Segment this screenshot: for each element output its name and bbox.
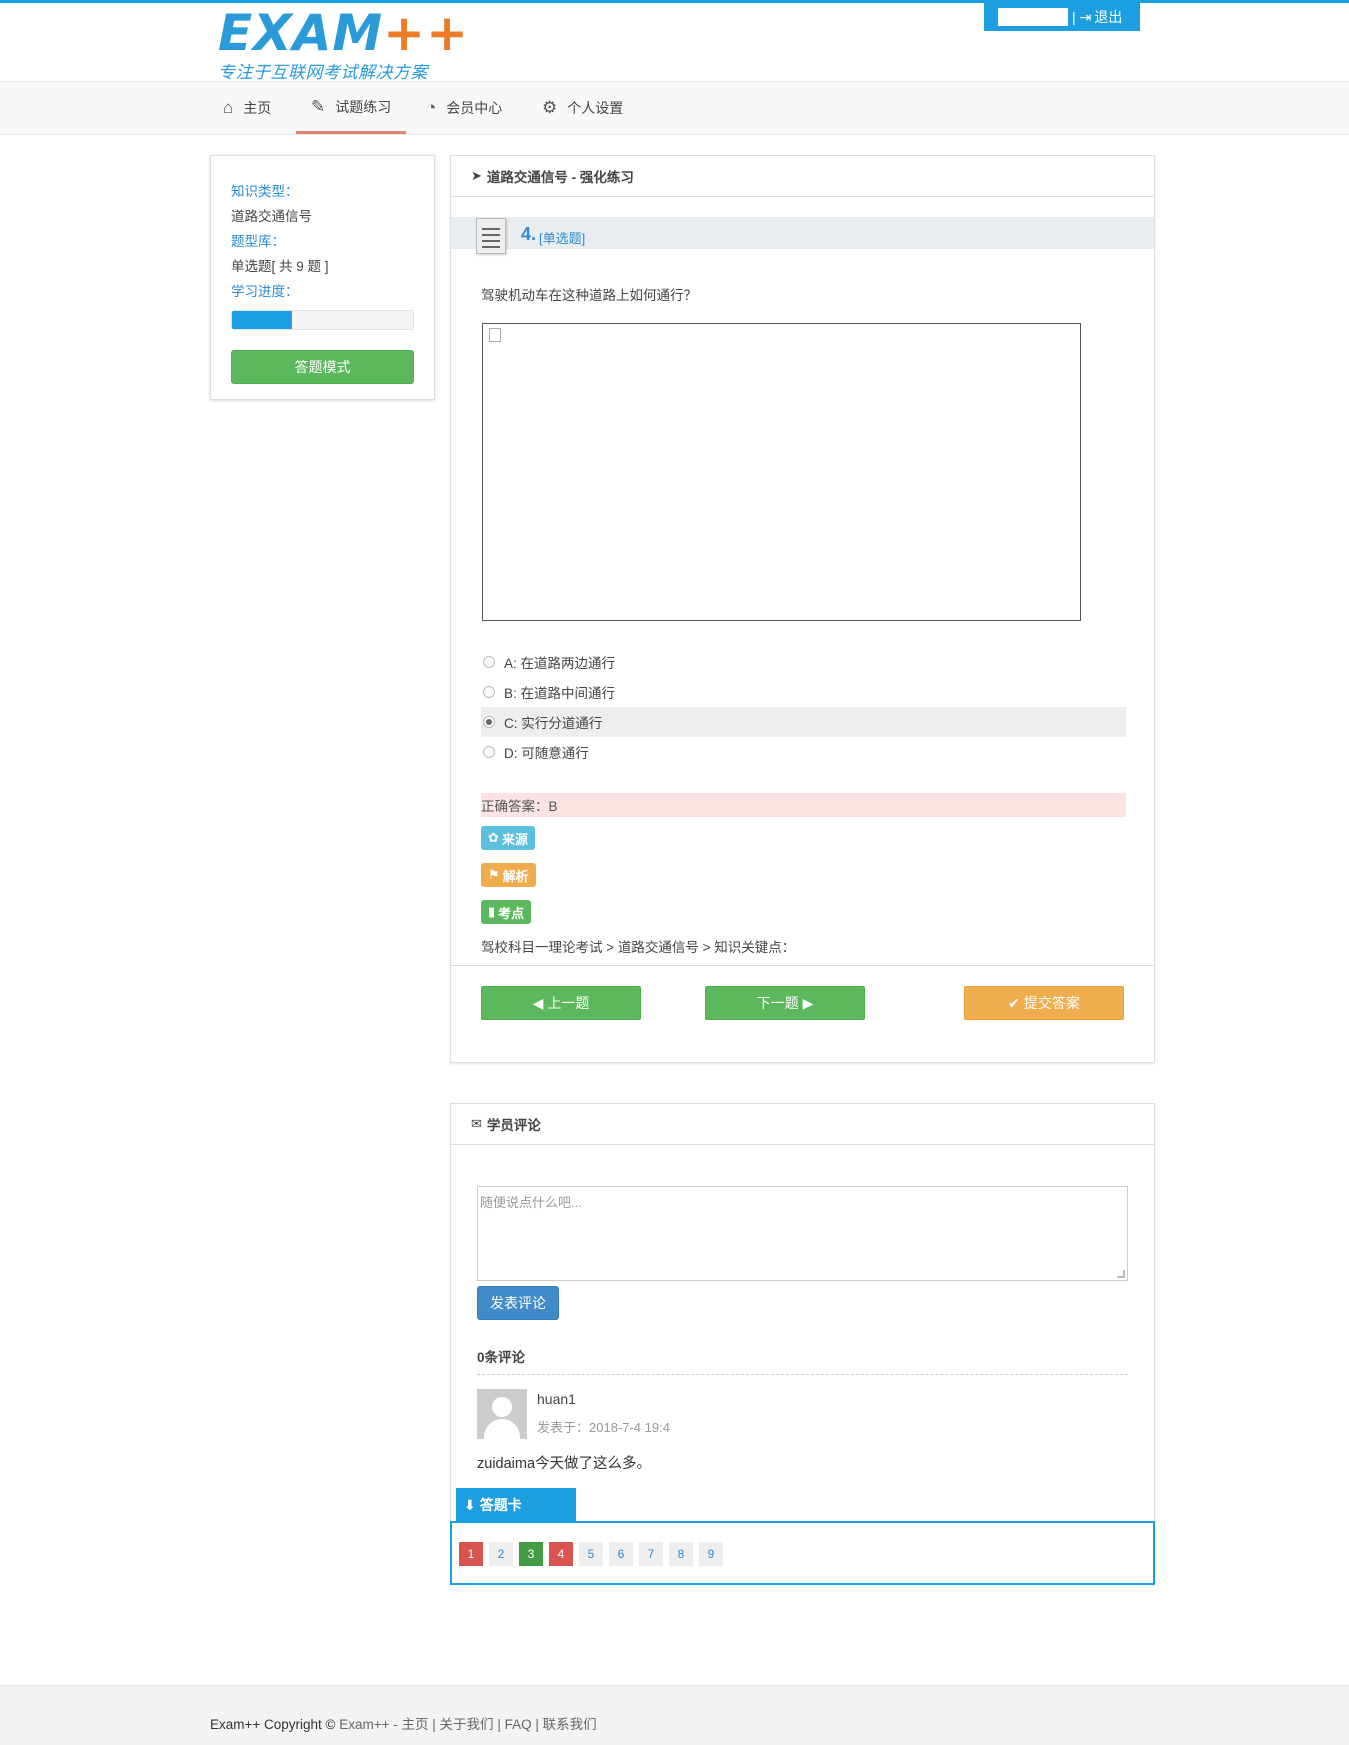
bank-value: 单选题[ 共 9 题 ]: [231, 259, 329, 274]
radio-d[interactable]: [483, 746, 495, 758]
source-tag[interactable]: ✿ 来源: [481, 826, 535, 850]
broken-image-icon: [489, 328, 501, 342]
knowledge-value: 道路交通信号: [231, 209, 312, 224]
comment-time: 发表于：2018-7-4 19:4: [537, 1420, 670, 1435]
comment-count: 0条评论: [477, 1346, 1128, 1375]
option-a[interactable]: A: 在道路两边通行: [481, 647, 1126, 677]
comment-input[interactable]: 随便说点什么吧...: [477, 1186, 1128, 1281]
comments-icon: ✉: [471, 1116, 482, 1131]
keypoint-tag[interactable]: ▮ 考点: [481, 900, 532, 924]
answer-card: 123456789: [450, 1521, 1155, 1585]
top-accent-line: [0, 0, 1349, 3]
bank-label: 题型库：: [231, 234, 285, 249]
answer-card-number[interactable]: 3: [519, 1542, 543, 1566]
next-question-button[interactable]: 下一题 ▶: [705, 986, 865, 1020]
footer-links[interactable]: Exam++ - 主页 | 关于我们 | FAQ | 联系我们: [339, 1717, 596, 1732]
username-box[interactable]: [998, 8, 1068, 26]
analysis-tag[interactable]: ⚑ 解析: [481, 863, 536, 887]
info-sidebar: 知识类型： 道路交通信号 题型库： 单选题[ 共 9 题 ] 学习进度： 答题模…: [210, 155, 435, 400]
main-nav: ⌂ 主页 ✎ 试题练习 ◔ 会员中心 ⚙ 个人设置: [0, 81, 1349, 135]
answer-card-number[interactable]: 5: [579, 1542, 603, 1566]
user-bar: | ⇥ 退出: [984, 3, 1140, 31]
paper-plane-icon: ➤: [471, 168, 482, 183]
knowledge-breadcrumb: 驾校科目一理论考试 > 道路交通信号 > 知识关键点：: [481, 940, 796, 955]
progress-fill: [232, 311, 292, 329]
nav-item-settings[interactable]: ⚙ 个人设置: [542, 82, 623, 134]
radio-a[interactable]: [483, 656, 495, 668]
question-panel: ➤ 道路交通信号 - 强化练习 4. [单选题] 驾驶机动车在这种道路上如何通行…: [450, 155, 1155, 1063]
correct-answer: 正确答案：B: [481, 793, 1126, 817]
footer-copyright: Exam++ Copyright ©: [210, 1717, 336, 1732]
answer-card-number[interactable]: 7: [639, 1542, 663, 1566]
option-c[interactable]: C: 实行分道通行: [481, 707, 1126, 737]
answer-card-number[interactable]: 2: [489, 1542, 513, 1566]
home-icon: ⌂: [223, 98, 234, 117]
question-panel-title: 道路交通信号 - 强化练习: [486, 170, 634, 185]
question-panel-footer: ◀ 上一题 下一题 ▶ ✔ 提交答案: [451, 965, 1154, 1020]
avatar: [477, 1389, 527, 1439]
comments-title: 学员评论: [486, 1118, 541, 1133]
submit-answer-button[interactable]: ✔ 提交答案: [964, 986, 1124, 1020]
progress-bar: [231, 310, 414, 330]
chevron-right-icon: ▶: [802, 994, 814, 1011]
logout-link[interactable]: 退出: [1094, 7, 1122, 27]
logout-icon: ⇥: [1079, 8, 1092, 25]
question-panel-header: ➤ 道路交通信号 - 强化练习: [451, 156, 1154, 197]
answer-card-number[interactable]: 4: [549, 1542, 573, 1566]
nav-item-member[interactable]: ◔ 会员中心: [426, 82, 502, 134]
radio-b[interactable]: [483, 686, 495, 698]
gears-icon: ⚙: [542, 98, 558, 117]
answer-card-number[interactable]: 8: [669, 1542, 693, 1566]
chevron-left-icon: ◀: [532, 994, 544, 1011]
bookmark-icon: ▮: [488, 904, 496, 919]
nav-item-home[interactable]: ⌂ 主页: [223, 82, 271, 134]
radio-c[interactable]: [483, 716, 495, 728]
question-number: 4.: [521, 224, 537, 244]
answer-card-tab[interactable]: ⬇ 答题卡: [456, 1488, 576, 1522]
logo[interactable]: EXAM++ 专注于互联网考试解决方案: [218, 8, 469, 83]
answer-card-number[interactable]: 1: [459, 1542, 483, 1566]
footer-text: Exam++ Copyright © Exam++ - 主页 | 关于我们 | …: [210, 1713, 597, 1733]
comments-panel: ✉ 学员评论 随便说点什么吧... 发表评论 0条评论 huan1 发表于：20…: [450, 1103, 1155, 1523]
document-icon: [476, 218, 506, 254]
comment-placeholder: 随便说点什么吧...: [480, 1195, 582, 1210]
comment-user[interactable]: huan1: [537, 1391, 576, 1407]
progress-label: 学习进度：: [231, 284, 299, 299]
dashboard-icon: ◔: [426, 98, 437, 117]
footer: Exam++ Copyright © Exam++ - 主页 | 关于我们 | …: [0, 1685, 1349, 1745]
post-comment-button[interactable]: 发表评论: [477, 1286, 559, 1320]
answer-mode-button[interactable]: 答题模式: [231, 350, 414, 384]
knowledge-label: 知识类型：: [231, 184, 299, 199]
edit-icon: ✎: [311, 96, 326, 116]
comments-panel-header: ✉ 学员评论: [451, 1104, 1154, 1145]
prev-question-button[interactable]: ◀ 上一题: [481, 986, 641, 1020]
nav-item-practice[interactable]: ✎ 试题练习: [296, 82, 407, 134]
options-list: A: 在道路两边通行 B: 在道路中间通行 C: 实行分道通行 D: 可随意通行: [481, 647, 1126, 767]
answer-card-number[interactable]: 9: [699, 1542, 723, 1566]
question-image: [482, 323, 1081, 621]
logo-main: EXAM: [218, 4, 384, 62]
paw-icon: ✿: [488, 830, 499, 845]
question-text: 驾驶机动车在这种道路上如何通行？: [481, 288, 697, 303]
option-b[interactable]: B: 在道路中间通行: [481, 677, 1126, 707]
arrow-circle-down-icon: ⬇: [464, 1496, 476, 1513]
logo-plus: ++: [383, 4, 469, 62]
question-type: [单选题]: [539, 231, 586, 246]
comment-content: zuidaima今天做了这么多。: [477, 1456, 652, 1472]
resize-handle[interactable]: [1117, 1270, 1125, 1278]
option-d[interactable]: D: 可随意通行: [481, 737, 1126, 767]
answer-card-number[interactable]: 6: [609, 1542, 633, 1566]
flag-icon: ⚑: [488, 867, 500, 882]
check-circle-icon: ✔: [1008, 994, 1020, 1011]
